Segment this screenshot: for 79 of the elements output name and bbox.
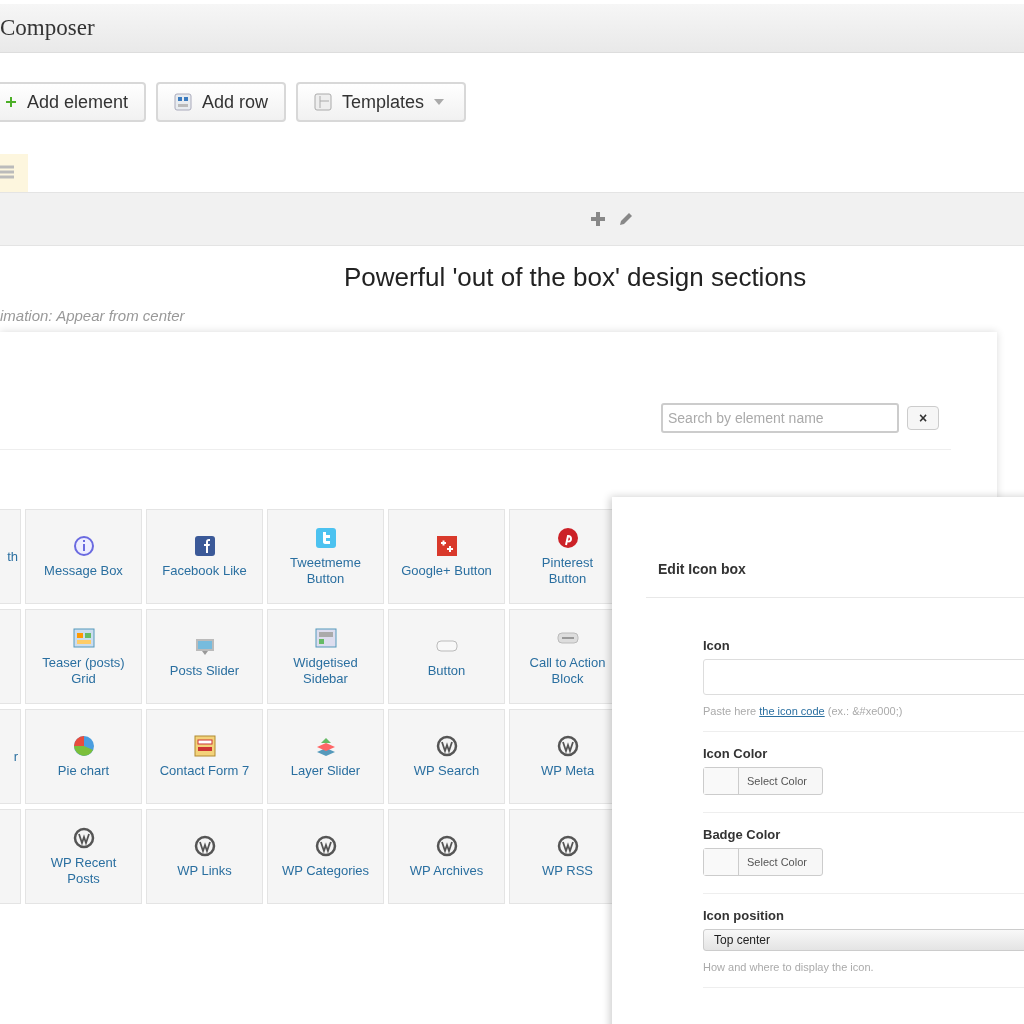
plus-icon[interactable]	[590, 211, 606, 227]
search-field[interactable]: Search by element name	[661, 403, 899, 433]
field-label: Badge Color	[703, 827, 782, 842]
element-tile[interactable]: Layer Slider	[267, 709, 384, 804]
panel-title: Edit Icon box	[658, 561, 747, 577]
plus-icon	[4, 96, 17, 108]
row-icon	[174, 93, 192, 111]
element-label: Pie chart	[57, 762, 110, 779]
window-title: Composer	[0, 15, 95, 41]
element-tile[interactable]: Facebook Like	[146, 509, 263, 604]
element-label: Button	[427, 662, 466, 679]
element-label: WP Recent Posts	[49, 854, 118, 887]
element-label: th	[7, 548, 18, 565]
element-label: Pinterest Button	[540, 554, 595, 587]
color-picker[interactable]: Select Color	[703, 767, 823, 795]
element-label: WP Categories	[281, 862, 370, 879]
layout-toggle[interactable]	[0, 154, 28, 192]
info-icon	[72, 534, 95, 557]
element-label: Facebook Like	[162, 562, 247, 579]
element-tile[interactable]: Posts Slider	[146, 609, 263, 704]
animation-note: imation: Appear from center	[0, 307, 186, 324]
icon-code-link[interactable]: the icon code	[759, 705, 825, 717]
element-tile[interactable]: WP Links	[146, 809, 263, 904]
sidebar-icon	[314, 626, 337, 649]
element-label: Message Box	[44, 562, 123, 579]
pie-icon	[72, 734, 95, 757]
caret-icon	[434, 99, 445, 105]
wp-icon	[435, 834, 458, 857]
element-label: WP Search	[413, 762, 480, 779]
field-label: Icon	[703, 638, 731, 653]
wp-icon	[556, 834, 579, 857]
element-tile[interactable]: WP Categories	[267, 809, 384, 904]
element-label: Teaser (posts) Grid	[41, 654, 126, 687]
field-label: Icon position	[703, 908, 785, 923]
element-label: WP Meta	[540, 762, 595, 779]
help-text: Paste here the icon code (ex.: &#xe000;)	[703, 705, 904, 717]
element-tile[interactable]: WP Search	[388, 709, 505, 804]
element-label: Layer Slider	[290, 762, 361, 779]
wp-icon	[72, 826, 95, 849]
element-tile[interactable]: WP Archives	[388, 809, 505, 904]
wp-icon	[556, 734, 579, 757]
element-label: Posts Slider	[169, 662, 240, 679]
element-tile[interactable]: WP Recent Posts	[25, 809, 142, 904]
element-label: Contact Form 7	[159, 762, 250, 779]
element-tile[interactable]: Message Box	[25, 509, 142, 604]
position-select[interactable]: Top center	[703, 929, 1024, 951]
element-tile[interactable]: Google+ Button	[388, 509, 505, 604]
pencil-icon[interactable]	[618, 211, 634, 227]
grid-icon	[72, 626, 95, 649]
toolbar-button[interactable]: Add row	[156, 82, 287, 122]
element-tile[interactable]: th	[0, 509, 21, 604]
close-button[interactable]: ×	[907, 406, 939, 430]
element-label: WP Links	[177, 862, 232, 879]
element-tile[interactable]: Tweetmeme Button	[267, 509, 384, 604]
color-picker[interactable]: Select Color	[703, 848, 823, 876]
element-label: Widgetised Sidebar	[292, 654, 359, 687]
element-tile[interactable]: r	[0, 709, 21, 804]
wp-icon	[314, 834, 337, 857]
help-text: How and where to display the icon.	[703, 961, 875, 973]
element-tile[interactable]: Button	[388, 609, 505, 704]
field-label: Icon Color	[703, 746, 769, 761]
element-label: r	[13, 748, 18, 765]
toolbar-button[interactable]: Add element	[0, 82, 146, 122]
element-label: WP RSS	[541, 862, 594, 879]
element-label: Tweetmeme Button	[289, 554, 362, 587]
wp-icon	[435, 734, 458, 757]
icon-input-field[interactable]	[703, 659, 1024, 695]
element-tile[interactable]: Pie chart	[25, 709, 142, 804]
template-icon	[314, 93, 333, 111]
element-tile[interactable]: Contact Form 7	[146, 709, 263, 804]
section-heading: Powerful 'out of the box' design sections	[344, 262, 808, 293]
wp-icon	[193, 834, 216, 857]
toolbar-button[interactable]: Templates	[296, 82, 467, 122]
element-label: WP Archives	[409, 862, 484, 879]
element-label: Call to Action Block	[528, 654, 607, 687]
element-tile[interactable]: Teaser (posts) Grid	[25, 609, 142, 704]
element-tile[interactable]: Widgetised Sidebar	[267, 609, 384, 704]
element-label: Google+ Button	[401, 562, 492, 579]
form-icon	[193, 734, 216, 757]
